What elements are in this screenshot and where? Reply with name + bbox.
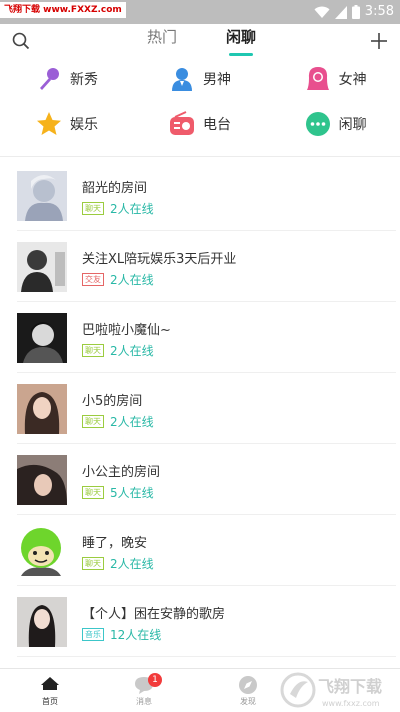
- online-count: 5人在线: [110, 486, 154, 500]
- category-female-god[interactable]: 女神: [267, 58, 400, 100]
- nav-messages[interactable]: 1 消息: [104, 669, 184, 712]
- avatar: [17, 242, 67, 292]
- tab-hot[interactable]: 热门: [132, 24, 192, 58]
- category-entertainment[interactable]: 娱乐: [0, 100, 133, 148]
- list-item[interactable]: 小公主的房间 聊天 5人在线: [17, 444, 396, 515]
- signal-icon: [334, 5, 347, 19]
- woman-icon: [305, 66, 331, 92]
- search-button[interactable]: [6, 26, 36, 56]
- online-count: 2人在线: [110, 344, 154, 358]
- room-tag: 交友: [82, 273, 104, 286]
- room-tag: 音乐: [82, 628, 104, 641]
- watermark: 飞翔下载 www.FXXZ.com: [0, 2, 126, 18]
- category-grid: 新秀 男神 女神 娱乐 电台 闲聊: [0, 58, 400, 154]
- top-header: 热门 闲聊: [0, 24, 400, 58]
- nav-discover[interactable]: 发现: [208, 669, 288, 712]
- online-count: 2人在线: [110, 273, 154, 287]
- online-count: 12人在线: [110, 628, 162, 642]
- list-item[interactable]: [17, 657, 396, 668]
- room-list[interactable]: 韶光的房间 聊天 2人在线 关注XL陪玩娱乐3天后开业 交友 2人在线 巴啦啦小…: [0, 160, 400, 668]
- room-name: 睡了，晚安: [82, 536, 148, 551]
- nav-messages-label: 消息: [136, 697, 152, 706]
- room-name: 小公主的房间: [82, 465, 161, 480]
- wifi-icon: [314, 6, 330, 18]
- avatar: [17, 455, 67, 505]
- search-icon: [12, 32, 30, 50]
- avatar: [17, 171, 67, 221]
- room-tag: 聊天: [82, 486, 104, 499]
- category-radio[interactable]: 电台: [133, 100, 266, 148]
- room-name: 巴啦啦小魔仙~: [82, 323, 171, 338]
- compass-icon: [239, 676, 257, 694]
- microphone-icon: [36, 66, 62, 92]
- nav-home-label: 首页: [42, 697, 58, 706]
- category-label: 女神: [338, 72, 367, 88]
- star-icon: [36, 111, 62, 137]
- unread-badge: 1: [148, 673, 162, 687]
- tab-chat-label: 闲聊: [225, 28, 256, 46]
- tab-hot-label: 热门: [146, 28, 177, 46]
- watermark-logo: 飞翔下载 www.fxxz.com: [278, 670, 400, 712]
- room-name: 【个人】困在安静的歌房: [82, 607, 226, 622]
- nav-discover-label: 发现: [240, 697, 256, 706]
- category-label: 闲聊: [338, 117, 367, 133]
- category-label: 男神: [202, 72, 231, 88]
- plus-icon: [371, 33, 387, 49]
- clock: 3:58: [364, 4, 394, 19]
- home-icon: [41, 677, 59, 693]
- list-item[interactable]: 关注XL陪玩娱乐3天后开业 交友 2人在线: [17, 231, 396, 302]
- category-label: 新秀: [70, 72, 98, 88]
- room-name: 关注XL陪玩娱乐3天后开业: [82, 252, 237, 267]
- man-icon: [169, 66, 195, 92]
- online-count: 2人在线: [110, 415, 154, 429]
- category-chat[interactable]: 闲聊: [267, 100, 400, 148]
- room-name: 韶光的房间: [82, 181, 148, 196]
- section-divider: [0, 156, 400, 157]
- online-count: 2人在线: [110, 557, 154, 571]
- list-item[interactable]: 小5的房间 聊天 2人在线: [17, 373, 396, 444]
- category-male-god[interactable]: 男神: [133, 58, 266, 100]
- status-icons: 3:58: [314, 3, 394, 21]
- list-item[interactable]: 【个人】困在安静的歌房 音乐 12人在线: [17, 586, 396, 657]
- active-tab-indicator: [229, 53, 253, 56]
- list-item[interactable]: 巴啦啦小魔仙~ 聊天 2人在线: [17, 302, 396, 373]
- category-label: 娱乐: [70, 117, 98, 133]
- chat-bubble-icon: [305, 111, 331, 137]
- svg-text:www.fxxz.com: www.fxxz.com: [322, 699, 380, 708]
- status-bar: 飞翔下载 www.FXXZ.com 3:58: [0, 0, 400, 24]
- online-count: 2人在线: [110, 202, 154, 216]
- radio-icon: [169, 111, 195, 137]
- add-button[interactable]: [364, 26, 394, 56]
- battery-icon: [351, 5, 360, 19]
- avatar: [17, 384, 67, 434]
- avatar: [17, 526, 67, 576]
- room-tag: 聊天: [82, 557, 104, 570]
- tab-chat[interactable]: 闲聊: [211, 24, 271, 58]
- room-tag: 聊天: [82, 415, 104, 428]
- room-tag: 聊天: [82, 344, 104, 357]
- svg-text:飞翔下载: 飞翔下载: [318, 677, 382, 696]
- room-name: 小5的房间: [82, 394, 143, 409]
- list-item[interactable]: 韶光的房间 聊天 2人在线: [17, 160, 396, 231]
- category-label: 电台: [202, 117, 231, 133]
- avatar: [17, 313, 67, 363]
- room-tag: 聊天: [82, 202, 104, 215]
- category-newcomer[interactable]: 新秀: [0, 58, 133, 100]
- avatar: [17, 597, 67, 647]
- nav-home[interactable]: 首页: [10, 669, 90, 712]
- list-item[interactable]: 睡了，晚安 聊天 2人在线: [17, 515, 396, 586]
